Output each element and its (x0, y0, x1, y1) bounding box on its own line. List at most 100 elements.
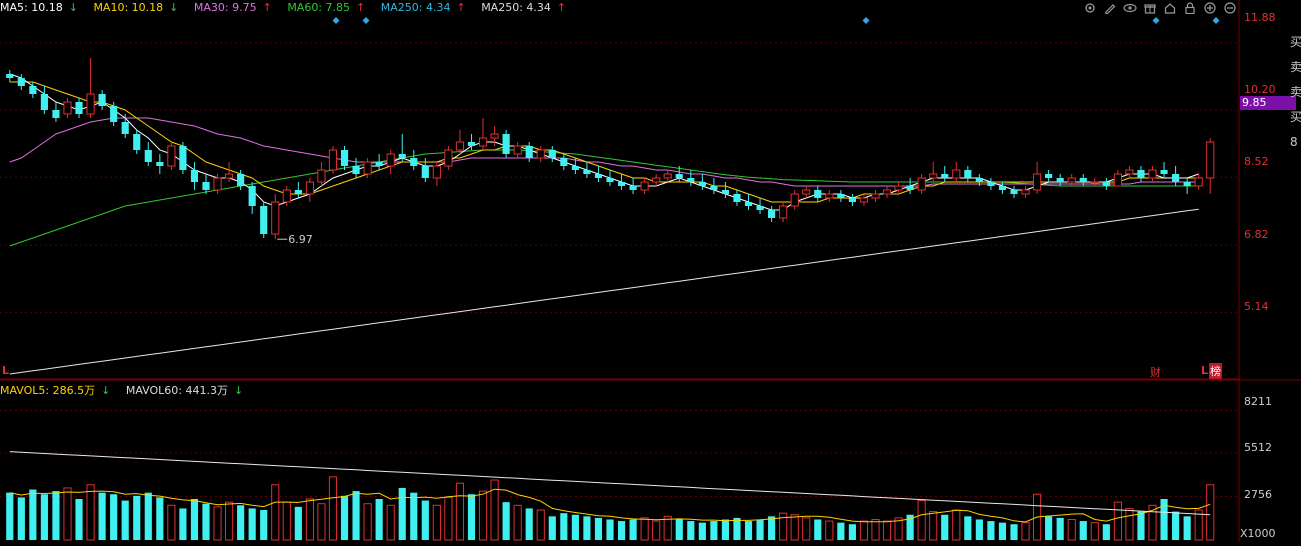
volume-bar (536, 509, 545, 541)
volume-bar (167, 504, 176, 541)
candle-body (629, 186, 637, 190)
volume-bar (317, 503, 326, 541)
candle-body (1206, 141, 1215, 179)
price-axis-label: 5.14 (1244, 300, 1269, 313)
volume-bar (202, 503, 210, 540)
eye-icon[interactable] (1123, 1, 1137, 15)
volume-bar (859, 520, 869, 541)
volume-bar (560, 513, 568, 540)
lock-icon[interactable] (1183, 1, 1197, 15)
candle-body (133, 134, 141, 150)
candle-body (560, 158, 568, 166)
candle-body (1033, 173, 1042, 191)
candle-body (663, 173, 672, 179)
right-side-panel-text[interactable]: 买卖卖买8 (1290, 30, 1301, 155)
candle-body (248, 186, 256, 206)
candle-body (375, 162, 383, 166)
ma10-value: MA10: 10.18 (93, 1, 164, 14)
candle-body (1183, 182, 1191, 186)
volume-bar (1090, 522, 1099, 541)
minus-icon[interactable] (1223, 1, 1237, 15)
volume-bar (502, 502, 510, 540)
candle-body (513, 145, 522, 155)
current-price-tag: 9.85 (1240, 96, 1296, 110)
volume-bar (386, 504, 395, 541)
candle-body (455, 141, 465, 151)
volume-bar (975, 519, 983, 540)
candle-body (110, 106, 118, 122)
candle-body (444, 149, 453, 167)
ranking-badge[interactable]: 榜 (1209, 363, 1222, 379)
candle-body (271, 201, 280, 235)
ma60-value: MA60: 7.85 (287, 1, 351, 14)
volume-bar (467, 494, 476, 540)
volume-bar (1137, 511, 1145, 540)
ma250b-value: MA250: 4.34 (481, 1, 551, 14)
candle-body (733, 194, 741, 202)
candle-body (202, 182, 210, 190)
pen-icon[interactable] (1103, 1, 1117, 15)
candle-body (837, 194, 845, 198)
candle-body (987, 182, 995, 186)
gift-icon[interactable] (1143, 1, 1157, 15)
left-marker-l[interactable]: L (2, 364, 9, 377)
volume-bar (790, 514, 799, 541)
volume-bar (548, 516, 556, 540)
finance-badge[interactable]: 财 (1150, 364, 1161, 380)
volume-bar (133, 495, 141, 540)
event-diamond-marker (362, 17, 370, 24)
candle-body (17, 78, 25, 86)
event-diamond-marker (332, 17, 340, 24)
candle-body (1090, 181, 1099, 184)
volume-bar (144, 492, 152, 540)
candle-body (882, 189, 892, 195)
candle-body (917, 177, 926, 191)
volume-bar (478, 490, 488, 541)
candle-body (790, 193, 799, 207)
volume-bar (86, 484, 95, 541)
candle-body (410, 158, 418, 166)
volume-bar (663, 515, 672, 541)
volume-bar (225, 501, 234, 541)
candle-body (317, 169, 326, 183)
candle-body (675, 174, 683, 178)
candle-body (1125, 169, 1134, 175)
plus-icon[interactable] (1203, 1, 1217, 15)
candle-body (929, 173, 938, 179)
candle-body (213, 177, 222, 191)
vol-legend: MAVOL5: 286.5万 ↓ MAVOL60: 441.3万 ↓ (0, 383, 255, 399)
right-marker-l[interactable]: L (1201, 364, 1208, 377)
volume-bar (328, 476, 338, 541)
candle-body (63, 101, 72, 115)
chart-stage[interactable]: 6.97 (0, 0, 1301, 542)
volume-bar (455, 482, 465, 541)
candle-body (1148, 169, 1157, 179)
settings-icon[interactable] (1083, 1, 1097, 15)
candle-body (525, 146, 533, 158)
volume-bar (17, 497, 25, 540)
volume-bar (733, 517, 741, 540)
candle-body (744, 202, 753, 206)
candle-body (952, 169, 961, 179)
ma5-line (9, 73, 1199, 211)
volume-bar (964, 516, 972, 540)
price-axis-label: 6.82 (1244, 228, 1269, 241)
candle-body (825, 193, 834, 199)
candle-body (687, 178, 695, 182)
candle-body (305, 181, 314, 195)
volume-bar (63, 487, 72, 541)
volume-bar (52, 491, 60, 540)
ma10-arrow: ↓ (169, 1, 179, 14)
volume-bar (698, 522, 706, 540)
ma250-value: MA250: 4.34 (380, 1, 451, 14)
event-diamond-marker (1152, 17, 1160, 24)
volume-bar (190, 498, 199, 540)
price-volume-chart[interactable]: 6.97 (0, 0, 1301, 542)
volume-bar (687, 521, 695, 540)
ma250b-arrow: ↑ (556, 1, 567, 14)
event-diamond-marker (1212, 17, 1220, 24)
volume-bar (29, 489, 37, 540)
volume-bar (237, 505, 245, 540)
candle-body (652, 177, 661, 183)
home-icon[interactable] (1163, 1, 1177, 15)
